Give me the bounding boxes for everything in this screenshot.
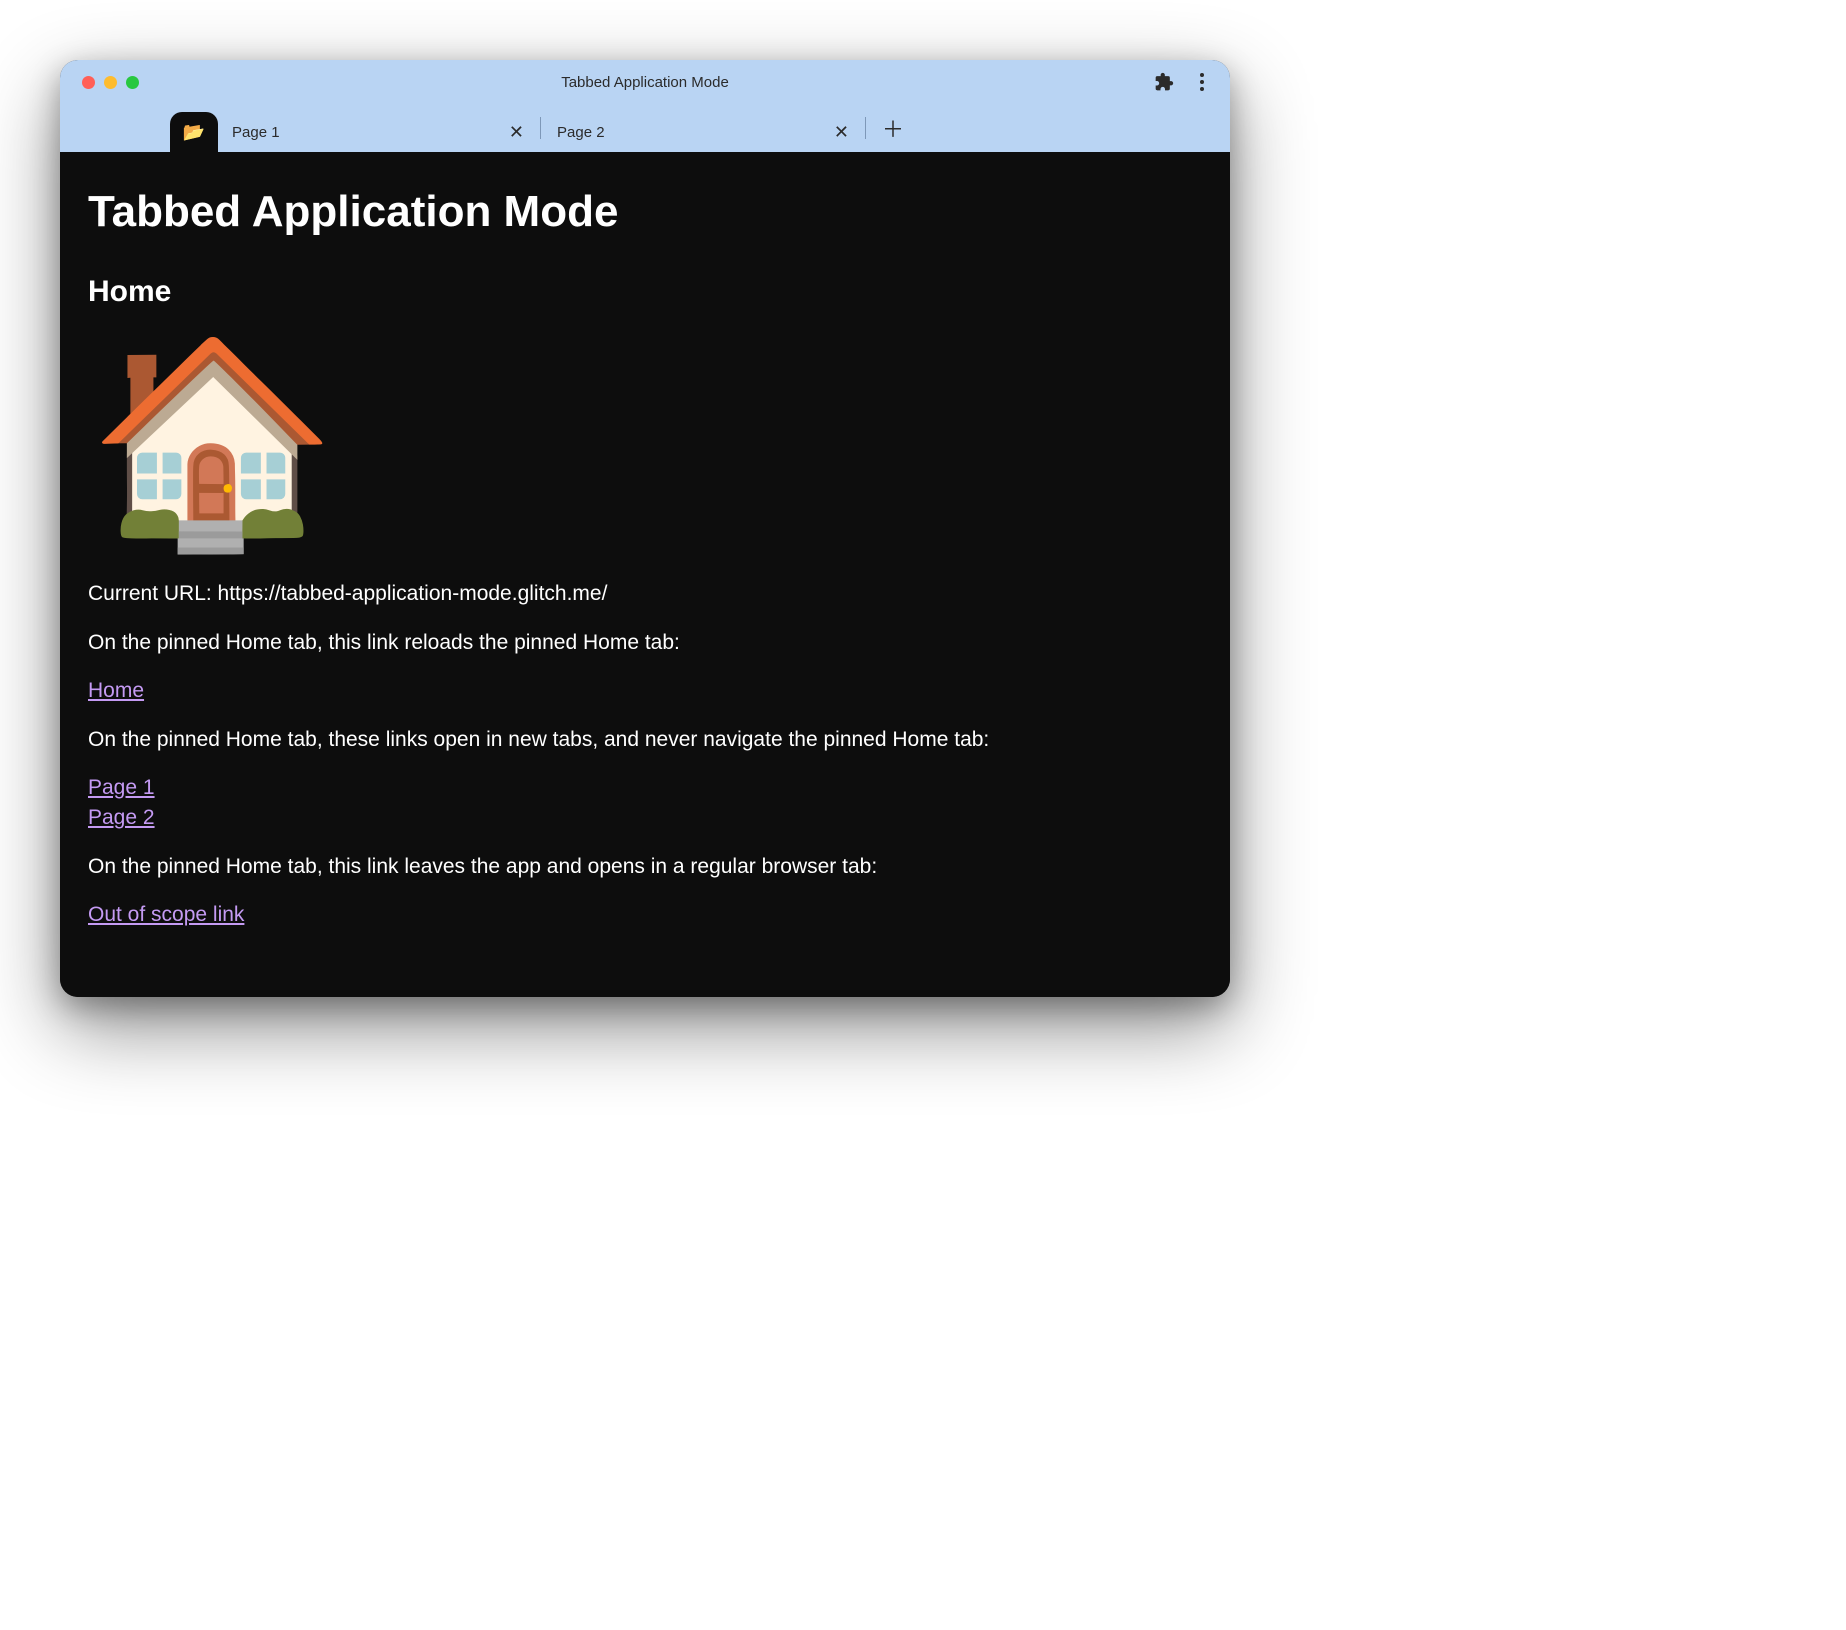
tab-page-1[interactable]: Page 1 ✕	[218, 112, 538, 152]
link-out-of-scope[interactable]: Out of scope link	[88, 903, 244, 926]
window-title: Tabbed Application Mode	[60, 74, 1230, 91]
close-icon[interactable]: ✕	[834, 123, 849, 141]
page-subtitle: Home	[88, 270, 1202, 314]
new-tab-button[interactable]: ＋	[876, 111, 910, 145]
titlebar-actions	[1154, 72, 1230, 92]
link-page-1[interactable]: Page 1	[88, 773, 1202, 803]
link-page-2[interactable]: Page 2	[88, 803, 1202, 833]
link-home[interactable]: Home	[88, 679, 144, 702]
traffic-lights	[60, 76, 139, 89]
app-window: Tabbed Application Mode 📂 Page 1 ✕ Page …	[60, 60, 1230, 997]
kebab-menu-icon[interactable]	[1192, 73, 1212, 91]
tab-separator	[540, 117, 541, 139]
folder-icon: 📂	[183, 122, 205, 143]
page-content: Tabbed Application Mode Home 🏠 Current U…	[60, 152, 1230, 997]
tabstrip: 📂 Page 1 ✕ Page 2 ✕ ＋	[60, 104, 1230, 152]
paragraph-home-link: On the pinned Home tab, this link reload…	[88, 628, 1202, 658]
window-maximize-button[interactable]	[126, 76, 139, 89]
tab-label: Page 2	[557, 124, 824, 141]
tab-separator	[865, 117, 866, 139]
plus-icon: ＋	[882, 112, 904, 144]
tab-pinned-home[interactable]: 📂	[170, 112, 218, 152]
window-close-button[interactable]	[82, 76, 95, 89]
current-url-label: Current URL:	[88, 582, 218, 605]
tab-label: Page 1	[232, 124, 499, 141]
titlebar-top: Tabbed Application Mode	[60, 60, 1230, 104]
paragraph-new-tabs: On the pinned Home tab, these links open…	[88, 725, 1202, 755]
window-minimize-button[interactable]	[104, 76, 117, 89]
titlebar: Tabbed Application Mode 📂 Page 1 ✕ Page …	[60, 60, 1230, 152]
current-url: Current URL: https://tabbed-application-…	[88, 579, 1202, 609]
link-list-pages: Page 1 Page 2	[88, 773, 1202, 834]
tab-page-2[interactable]: Page 2 ✕	[543, 112, 863, 152]
page-title: Tabbed Application Mode	[88, 180, 1202, 244]
paragraph-out-of-scope: On the pinned Home tab, this link leaves…	[88, 852, 1202, 882]
close-icon[interactable]: ✕	[509, 123, 524, 141]
extensions-icon[interactable]	[1154, 72, 1174, 92]
house-icon: 🏠	[88, 343, 1202, 543]
current-url-value: https://tabbed-application-mode.glitch.m…	[218, 582, 608, 605]
